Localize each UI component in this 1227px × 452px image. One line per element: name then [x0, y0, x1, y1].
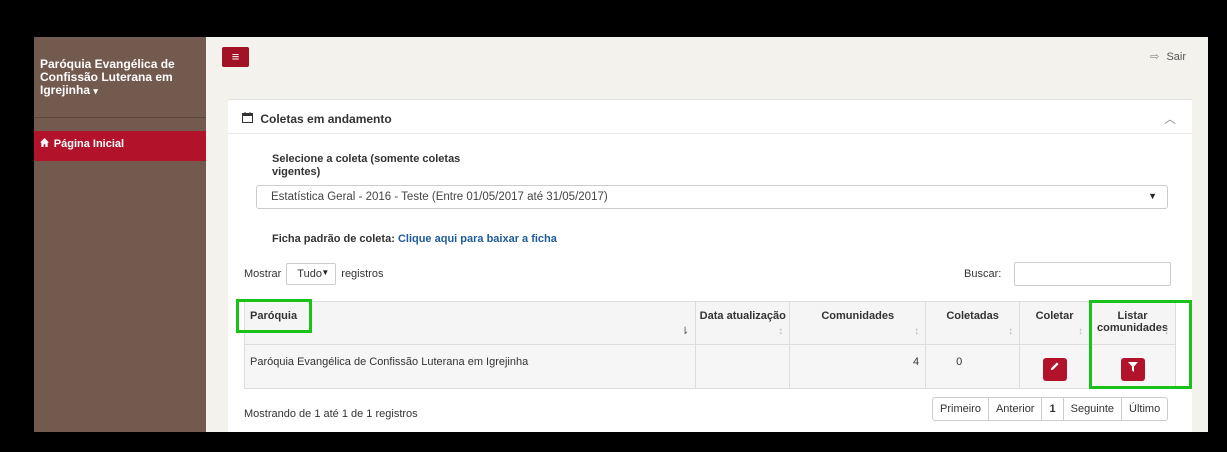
sort-asc-icon: ⇂ [680, 326, 690, 337]
pager-page-1[interactable]: 1 [1041, 398, 1062, 420]
home-icon [40, 138, 52, 150]
pager-previous[interactable]: Anterior [987, 398, 1042, 420]
ficha-download-link[interactable]: Clique aqui para baixar a ficha [398, 233, 557, 245]
logout-label: Sair [1166, 51, 1186, 63]
coletar-button[interactable] [1042, 358, 1067, 381]
sort-icon: ↕ [1078, 326, 1083, 337]
search-label: Buscar: [964, 268, 1002, 280]
calendar-icon [242, 112, 256, 126]
logout-icon: ⇨ [1150, 51, 1160, 63]
panel-title: Coletas em andamento [242, 112, 392, 126]
caret-down-icon: ▾ [93, 86, 98, 96]
cell-coletadas: 0 [925, 344, 1021, 389]
page-length-value: Tudo [297, 268, 322, 280]
logout-link[interactable]: ⇨ Sair [1150, 50, 1186, 63]
coletas-table: Paróquia ⇂ Data atualização ↕ Comunidade… [243, 301, 1176, 389]
pager-first[interactable]: Primeiro [933, 398, 988, 420]
coleta-select[interactable]: Estatística Geral - 2016 - Teste (Entre … [256, 185, 1168, 209]
show-label: Mostrar [244, 268, 282, 280]
col-header-comunidades[interactable]: Comunidades ↕ [789, 301, 927, 345]
app-frame: Paróquia Evangélica de Confissão Luteran… [34, 37, 1208, 432]
pagination: Primeiro Anterior 1 Seguinte Último [932, 397, 1169, 421]
table-row: Paróquia Evangélica de Confissão Luteran… [243, 344, 1176, 389]
cell-data [695, 344, 791, 389]
collapse-icon[interactable]: ︿ [1164, 110, 1176, 127]
ficha-line: Ficha padrão de coleta: Clique aqui para… [272, 233, 557, 245]
sort-icon: ↕ [1008, 326, 1014, 337]
panel-title-text: Coletas em andamento [260, 112, 392, 126]
col-header-data[interactable]: Data atualização ↕ [695, 301, 791, 345]
select-arrow-icon: ▼ [1148, 191, 1157, 201]
cell-paroquia: Paróquia Evangélica de Confissão Luteran… [243, 344, 697, 389]
cell-comunidades: 4 [789, 344, 927, 389]
highlight-paroquia-header [236, 299, 312, 333]
pager-last[interactable]: Último [1121, 398, 1167, 420]
brand-dropdown[interactable]: Paróquia Evangélica de Confissão Luteran… [34, 37, 202, 98]
select-arrow-icon: ▼ [321, 268, 330, 277]
col-header-coletar[interactable]: Coletar ↕ [1019, 301, 1090, 345]
topbar: ≡ ⇨ Sair [206, 37, 1208, 92]
pager-next[interactable]: Seguinte [1062, 398, 1121, 420]
sidebar-item-home[interactable]: Página Inicial [34, 131, 206, 161]
coleta-select-value: Estatística Geral - 2016 - Teste (Entre … [271, 191, 608, 203]
records-label: registros [341, 268, 384, 280]
table-header-row: Paróquia ⇂ Data atualização ↕ Comunidade… [243, 301, 1176, 345]
panel-header: Coletas em andamento ︿ [228, 100, 1192, 134]
table-info: Mostrando de 1 até 1 de 1 registros [244, 408, 418, 420]
select-label: Selecione a coleta (somente coletas vige… [272, 153, 461, 178]
sidebar: Paróquia Evangélica de Confissão Luteran… [34, 37, 206, 432]
brand-name: Paróquia Evangélica de Confissão Luteran… [40, 57, 175, 97]
col-header-paroquia[interactable]: Paróquia ⇂ [243, 301, 697, 345]
sort-icon: ↕ [778, 326, 784, 337]
ficha-label: Ficha padrão de coleta: [272, 233, 395, 245]
coletas-panel: Coletas em andamento ︿ Selecione a colet… [228, 99, 1192, 432]
sidebar-item-label: Página Inicial [53, 138, 125, 150]
sort-icon: ↕ [914, 326, 920, 337]
menu-toggle-button[interactable]: ≡ [222, 47, 249, 67]
search-input[interactable] [1014, 262, 1171, 286]
col-header-coletadas[interactable]: Coletadas ↕ [925, 301, 1021, 345]
highlight-listar-column [1089, 300, 1192, 389]
sidebar-divider [34, 117, 206, 118]
page-length-select[interactable]: Tudo ▼ [286, 263, 337, 285]
page-length-control: Mostrar Tudo ▼ registros [244, 263, 383, 285]
pencil-icon [1049, 362, 1060, 375]
menu-icon: ≡ [231, 49, 240, 64]
cell-coletar [1019, 344, 1090, 389]
